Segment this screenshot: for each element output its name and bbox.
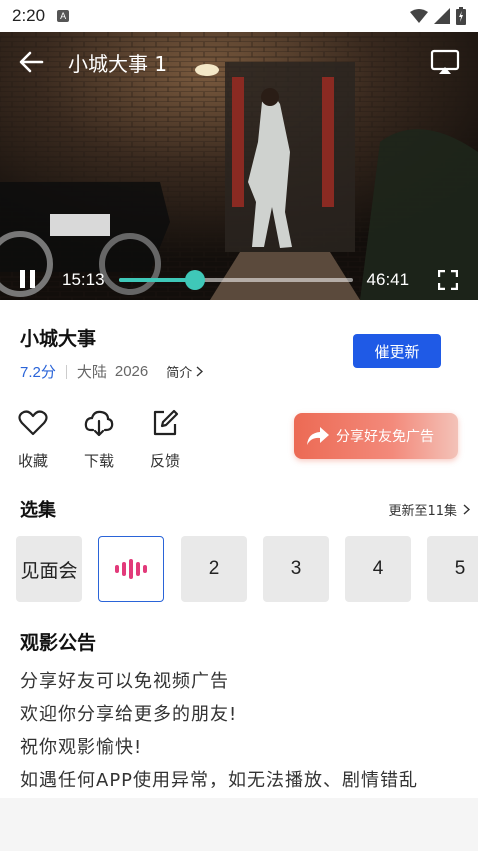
chevron-right-icon xyxy=(196,366,204,377)
fullscreen-icon[interactable] xyxy=(438,270,458,290)
episode-list: 见面会 2 3 4 5 xyxy=(16,536,478,602)
bottom-spacer xyxy=(0,798,478,851)
player-top-bar: 小城大事 1 xyxy=(0,32,478,92)
episode-item[interactable]: 2 xyxy=(181,536,247,602)
feedback-label: 反馈 xyxy=(149,452,180,470)
notice-title: 观影公告 xyxy=(20,632,97,654)
favorite-label: 收藏 xyxy=(17,452,48,470)
progress-bar[interactable] xyxy=(118,270,353,290)
share-label: 分享好友免广告 xyxy=(336,429,434,445)
cast-screen-icon[interactable] xyxy=(430,49,460,75)
wifi-icon xyxy=(410,9,428,23)
video-player[interactable]: 小城大事 1 15:13 46:41 xyxy=(0,32,478,300)
back-arrow-icon[interactable] xyxy=(18,49,44,75)
show-meta: 7.2分 大陆 2026 简介 xyxy=(20,361,204,382)
battery-icon xyxy=(456,7,466,25)
cloud-download-icon xyxy=(84,410,114,437)
download-label: 下载 xyxy=(83,452,114,470)
favorite-button[interactable]: 收藏 xyxy=(13,408,53,471)
download-button[interactable]: 下载 xyxy=(79,408,119,471)
score: 7.2分 xyxy=(20,364,56,381)
progress-fill xyxy=(118,278,195,282)
signal-icon xyxy=(434,8,450,24)
notice-line: 如遇任何APP使用异常，如无法播放、剧情错乱 xyxy=(20,770,419,791)
chevron-right-icon xyxy=(463,503,470,515)
episodes-header: 选集 更新至11集 xyxy=(20,496,470,522)
episode-item-active[interactable] xyxy=(98,536,164,602)
episode-item[interactable]: 4 xyxy=(345,536,411,602)
player-title: 小城大事 1 xyxy=(68,51,168,76)
detail-panel: 小城大事 7.2分 大陆 2026 简介 催更新 收藏 下载 反馈 分享好友免广 xyxy=(0,300,478,798)
player-controls: 15:13 46:41 xyxy=(0,260,478,300)
status-bar: 2:20 A xyxy=(0,0,478,32)
show-name: 小城大事 xyxy=(20,328,97,350)
feedback-button[interactable]: 反馈 xyxy=(145,408,185,471)
notice-line: 欢迎你分享给更多的朋友! xyxy=(20,704,238,725)
notice-line: 祝你观影愉快! xyxy=(20,737,143,758)
notice-body: 分享好友可以免视频广告 欢迎你分享给更多的朋友! 祝你观影愉快! 如遇任何APP… xyxy=(20,665,470,797)
pause-icon[interactable] xyxy=(20,270,38,290)
year: 2026 xyxy=(114,363,149,380)
notice-section: 观影公告 分享好友可以免视频广告 欢迎你分享给更多的朋友! 祝你观影愉快! 如遇… xyxy=(20,628,470,797)
progress-handle[interactable] xyxy=(184,270,205,290)
episodes-title: 选集 xyxy=(20,500,56,521)
intro-link[interactable]: 简介 xyxy=(166,362,204,381)
region: 大陆 xyxy=(76,364,107,381)
heart-icon xyxy=(18,410,48,436)
show-info: 小城大事 7.2分 大陆 2026 简介 xyxy=(20,324,204,382)
episode-item[interactable]: 见面会 xyxy=(16,536,82,602)
playing-bars-icon xyxy=(115,559,147,579)
current-time: 15:13 xyxy=(62,270,105,289)
status-time: 2:20 xyxy=(12,6,46,25)
episode-item[interactable]: 5 xyxy=(427,536,478,602)
notice-line: 分享好友可以免视频广告 xyxy=(20,671,229,692)
urge-update-button[interactable]: 催更新 xyxy=(353,334,441,368)
notification-a-icon: A xyxy=(57,10,70,22)
status-icons xyxy=(410,7,466,25)
intro-label: 简介 xyxy=(166,365,193,380)
share-arrow-icon xyxy=(307,427,329,445)
share-friends-button[interactable]: 分享好友免广告 xyxy=(294,413,458,459)
edit-feedback-icon xyxy=(153,409,179,436)
episode-item[interactable]: 3 xyxy=(263,536,329,602)
episodes-more-link[interactable]: 更新至11集 xyxy=(388,500,470,519)
episodes-more-label: 更新至11集 xyxy=(388,503,457,519)
duration: 46:41 xyxy=(366,270,410,289)
divider xyxy=(65,364,67,379)
